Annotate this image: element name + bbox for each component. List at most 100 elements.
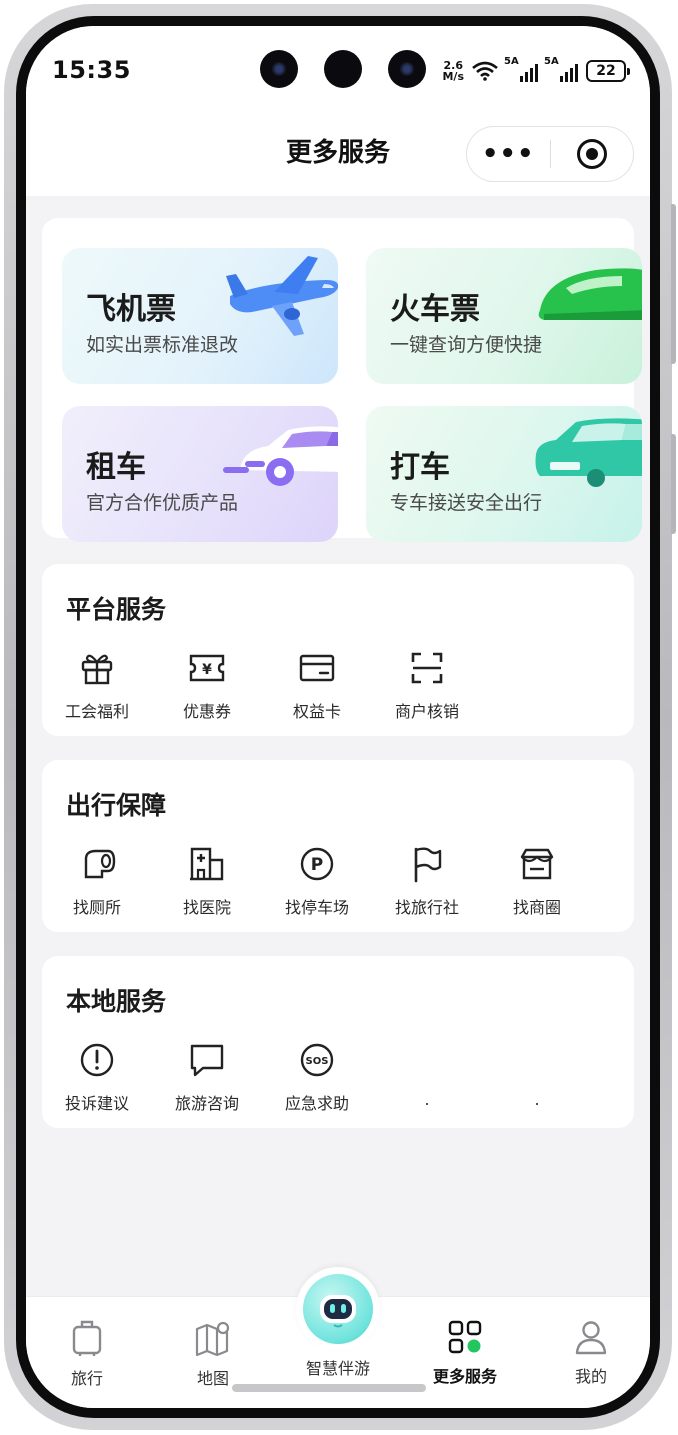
main-content: 飞机票 如实出票标准退改 火车票 一键查询方便快捷 租车 官方合作优质产品 打车…: [26, 196, 650, 1296]
status-bar: 15:35 2.6 M/s 5A 5A 22: [26, 26, 650, 106]
card-title: 飞机票: [86, 292, 176, 327]
service-find-parking[interactable]: P 找停车场: [262, 844, 372, 918]
robot-icon: [303, 1274, 373, 1344]
service-label: 找厕所: [72, 898, 121, 917]
service-coupon[interactable]: ¥ 优惠券: [152, 648, 262, 722]
service-label: 旅游咨询: [174, 1094, 239, 1113]
service-find-toilet[interactable]: 找厕所: [42, 844, 152, 918]
taxi-car-icon: [535, 418, 642, 487]
card-subtitle: 官方合作优质产品: [86, 492, 239, 514]
camera-icon: [324, 50, 362, 88]
tab-travel[interactable]: 旅行: [32, 1319, 142, 1389]
airplane-icon: [226, 256, 338, 336]
card-title: 火车票: [390, 292, 480, 327]
tab-more-services[interactable]: 更多服务: [410, 1319, 520, 1387]
section-title: 出行保障: [66, 791, 167, 820]
service-merchant-verify[interactable]: 商户核销: [372, 648, 482, 722]
card-subtitle: 一键查询方便快捷: [390, 334, 543, 356]
card-title: 打车: [390, 450, 450, 485]
service-benefit-card[interactable]: 权益卡: [262, 648, 372, 722]
train-ticket-card[interactable]: 火车票 一键查询方便快捷: [366, 248, 642, 384]
card-title: 租车: [86, 450, 146, 485]
service-sos[interactable]: SOS 应急求助: [262, 1040, 372, 1114]
service-complaint[interactable]: 投诉建议: [42, 1040, 152, 1114]
travel-security-section: 出行保障 找厕所 找医院 P 找停车场 找旅行社 找商圈: [42, 760, 634, 932]
service-label: 找医院: [182, 898, 231, 917]
flag-icon: [407, 844, 447, 884]
grid-icon: [448, 1320, 482, 1354]
service-label: 工会福利: [64, 702, 129, 721]
service-union-welfare[interactable]: 工会福利: [42, 648, 152, 722]
target-icon: [576, 139, 607, 169]
service-label: 找商圈: [512, 898, 561, 917]
tab-label: 我的: [574, 1367, 607, 1386]
service-empty: .: [482, 1040, 592, 1114]
service-label: .: [534, 1090, 540, 1109]
service-label: 优惠券: [182, 702, 231, 721]
card-subtitle: 专车接送安全出行: [390, 492, 543, 514]
service-find-hospital[interactable]: 找医院: [152, 844, 262, 918]
svg-text:P: P: [311, 855, 323, 875]
shop-icon: [517, 844, 557, 884]
signal-icon: 5A: [504, 56, 538, 82]
service-consult[interactable]: 旅游咨询: [152, 1040, 262, 1114]
home-indicator[interactable]: [232, 1384, 426, 1392]
platform-services-section: 平台服务 工会福利 ¥ 优惠券 权益卡 商户核销: [42, 564, 634, 736]
car-rental-card[interactable]: 租车 官方合作优质产品: [62, 406, 338, 542]
wifi-icon: [472, 61, 498, 81]
service-label: .: [424, 1090, 430, 1109]
camera-icon: [388, 50, 426, 88]
flight-ticket-card[interactable]: 飞机票 如实出票标准退改: [62, 248, 338, 384]
tab-profile[interactable]: 我的: [536, 1319, 646, 1387]
status-icons: 2.6 M/s 5A 5A 22: [442, 56, 630, 83]
card-subtitle: 如实出票标准退改: [86, 334, 239, 356]
service-find-shopping[interactable]: 找商圈: [482, 844, 592, 918]
empty-icon: [517, 1040, 557, 1080]
status-time: 15:35: [52, 56, 131, 84]
scan-icon: [407, 648, 447, 688]
gift-icon: [77, 648, 117, 688]
screen: 15:35 2.6 M/s 5A 5A 22 更多服务 ••• 飞机票 如实出票…: [26, 26, 650, 1408]
nav-bar: 更多服务 •••: [26, 106, 650, 196]
local-services-section: 本地服务 投诉建议 旅游咨询 SOS 应急求助 . .: [42, 956, 634, 1128]
service-grid: 投诉建议 旅游咨询 SOS 应急求助 . .: [42, 1040, 634, 1114]
user-icon: [575, 1321, 607, 1355]
power-button: [671, 434, 676, 534]
service-find-agency[interactable]: 找旅行社: [372, 844, 482, 918]
coupon-icon: ¥: [187, 648, 227, 688]
service-label: 找停车场: [284, 898, 349, 917]
svg-text:SOS: SOS: [306, 1056, 329, 1067]
signal-label: 5A: [544, 56, 559, 67]
signal-label: 5A: [504, 56, 519, 67]
section-title: 平台服务: [66, 595, 167, 624]
service-label: 找旅行社: [394, 898, 459, 917]
hospital-icon: [187, 844, 227, 884]
tab-label: 更多服务: [432, 1367, 497, 1386]
volume-button: [671, 204, 676, 364]
phone-frame: 15:35 2.6 M/s 5A 5A 22 更多服务 ••• 飞机票 如实出票…: [4, 4, 676, 1430]
camera-icon: [260, 50, 298, 88]
net-speed-unit: M/s: [442, 70, 464, 83]
alert-icon: [77, 1040, 117, 1080]
transport-panel: 飞机票 如实出票标准退改 火车票 一键查询方便快捷 租车 官方合作优质产品 打车…: [42, 218, 642, 542]
mini-program-capsule: •••: [466, 126, 634, 182]
more-menu-button[interactable]: •••: [467, 141, 550, 167]
robot-button: [296, 1267, 380, 1351]
train-icon: [538, 268, 642, 320]
service-grid: 找厕所 找医院 P 找停车场 找旅行社 找商圈: [42, 844, 634, 918]
chat-icon: [187, 1040, 227, 1080]
service-label: 商户核销: [394, 702, 459, 721]
section-title: 本地服务: [66, 987, 167, 1016]
tab-smart-guide[interactable]: 智慧伴游: [288, 1267, 388, 1379]
parking-icon: P: [297, 844, 337, 884]
sos-icon: SOS: [297, 1040, 337, 1080]
taxi-card[interactable]: 打车 专车接送安全出行: [366, 406, 642, 542]
close-miniprogram-button[interactable]: [551, 139, 634, 169]
tab-map[interactable]: 地图: [158, 1319, 268, 1389]
service-label: 投诉建议: [64, 1094, 129, 1113]
tab-label: 旅行: [70, 1369, 103, 1388]
card-icon: [297, 648, 337, 688]
service-label: 权益卡: [292, 702, 341, 721]
signal-icon: 5A: [544, 56, 578, 82]
rental-car-icon: [223, 426, 338, 486]
